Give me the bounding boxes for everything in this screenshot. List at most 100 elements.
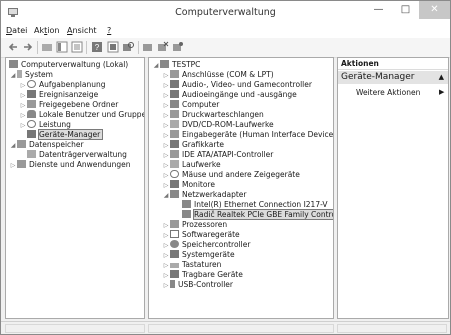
tree-item-root[interactable]: Computerverwaltung (Lokal) [9, 60, 128, 70]
device-category[interactable]: ▷ Speichercontroller [162, 240, 250, 250]
show-hide-tree-icon[interactable] [56, 41, 68, 53]
device-category[interactable]: ▷ Eingabegeräte (Human Interface Devices) [162, 130, 334, 140]
tree-item-ereignisanzeige[interactable]: ▷ Ereignisanzeige [19, 90, 98, 100]
enable-device-icon[interactable] [172, 41, 184, 53]
device-category[interactable]: ▷ IDE ATA/ATAPI-Controller [162, 150, 273, 160]
device-category[interactable]: ▷ Tragbare Geräte [162, 270, 243, 280]
device-category[interactable]: ▷ Audio-, Video- und Gamecontroller [162, 80, 312, 90]
device-label: Radič Realtek PCIe GBE Family Controller [193, 209, 333, 220]
speaker-icon [170, 90, 179, 98]
device-tree: ◢ TESTPC ▷ Anschlüsse (COM & LPT) ▷ Audio-,… [148, 57, 334, 319]
device-label: Prozessoren [182, 220, 228, 229]
tree-label: Ereignisanzeige [39, 90, 99, 99]
disable-device-icon[interactable] [157, 41, 169, 53]
menu-ansicht[interactable]: Ansicht [67, 26, 97, 35]
minimize-button[interactable]: — [365, 1, 392, 19]
more-actions-link[interactable]: Weitere Aktionen [356, 88, 420, 97]
close-button[interactable]: ✕ [419, 1, 450, 19]
expand-arrow-icon[interactable]: ◢ [9, 141, 17, 151]
device-manager-icon [27, 130, 36, 138]
collapse-arrow-icon[interactable]: ▷ [19, 121, 27, 131]
device-label: Eingabegeräte (Human Interface Devices) [182, 130, 334, 139]
tree-item-dienste[interactable]: ▷ Dienste und Anwendungen [9, 160, 131, 170]
collapse-arrow-icon[interactable]: ▷ [162, 281, 170, 291]
device-category[interactable]: ▷ Anschlüsse (COM & LPT) [162, 70, 274, 80]
scan-hardware-icon[interactable] [122, 41, 134, 53]
tree-label: Datenspeicher [29, 140, 84, 149]
tree-item-datenspeicher[interactable]: ◢ Datenspeicher [9, 140, 84, 150]
collapse-arrow-icon[interactable]: ▷ [9, 161, 17, 171]
menu-bar: Datei Aktion Ansicht ? [1, 25, 450, 38]
help-icon[interactable]: ? [91, 41, 103, 53]
device-category[interactable]: ▷ Mäuse und andere Zeigegeräte [162, 170, 300, 180]
device-category[interactable]: ▷ Computer [162, 100, 219, 110]
tree-item-datentraegerverwaltung[interactable]: Datenträgerverwaltung [27, 150, 127, 160]
device-item-selected[interactable]: Radič Realtek PCIe GBE Family Controller [182, 209, 333, 220]
system-device-icon [170, 250, 179, 258]
device-category[interactable]: ▷ Systemgeräte [162, 250, 235, 260]
device-category[interactable]: ▷ Softwaregeräte [162, 230, 240, 240]
export-list-icon[interactable] [71, 41, 83, 53]
device-category[interactable]: ▷ Audioeingänge und -ausgänge [162, 90, 297, 100]
device-category[interactable]: ▷ Tastaturen [162, 260, 222, 270]
maximize-button[interactable]: □ [392, 1, 419, 19]
device-category[interactable]: ▷ DVD/CD-ROM-Laufwerke [162, 120, 274, 130]
title-bar[interactable]: Computerverwaltung — □ ✕ [1, 1, 450, 25]
menu-aktion-pre: Ak [34, 26, 45, 35]
disk-management-icon [27, 150, 36, 158]
device-label: Speichercontroller [182, 240, 251, 249]
menu-aktion[interactable]: Aktion [34, 26, 59, 35]
device-category[interactable]: ▷ Grafikkarte [162, 140, 224, 150]
expand-arrow-icon[interactable]: ◢ [152, 61, 160, 71]
device-label: DVD/CD-ROM-Laufwerke [182, 120, 274, 129]
device-item[interactable]: Intel(R) Ethernet Connection I217-V [182, 200, 328, 210]
tree-item-freigegebene-ordner[interactable]: ▷ Freigegebene Ordner [19, 100, 118, 110]
ide-controller-icon [170, 150, 179, 158]
tree-label: Dienste und Anwendungen [29, 160, 131, 169]
device-category[interactable]: ▷ Laufwerke [162, 160, 221, 170]
menu-aktion-post: ion [47, 26, 60, 35]
tree-label: Freigegebene Ordner [39, 100, 119, 109]
back-arrow-icon[interactable] [7, 41, 19, 53]
status-segment [337, 324, 447, 333]
device-label: Druckwarteschlangen [182, 110, 264, 119]
printer-icon [170, 110, 179, 118]
computer-icon [170, 100, 179, 108]
menu-datei[interactable]: Datei [6, 26, 27, 35]
device-category[interactable]: ▷ Prozessoren [162, 220, 227, 230]
device-label: Audioeingänge und -ausgänge [182, 90, 297, 99]
update-driver-icon[interactable] [142, 41, 154, 53]
device-category[interactable]: ◢ Netzwerkadapter [162, 190, 247, 200]
expand-arrow-icon[interactable]: ◢ [9, 71, 17, 81]
menu-help[interactable]: ? [107, 26, 111, 35]
device-label: Grafikkarte [182, 140, 225, 149]
actions-section-geraete-manager[interactable]: Geräte-Manager ▲ [338, 71, 448, 84]
tree-label: Geräte-Manager [37, 129, 104, 140]
mouse-icon [170, 170, 179, 178]
tree-item-leistung[interactable]: ▷ Leistung [19, 120, 71, 130]
collapse-caret-icon[interactable]: ▲ [439, 71, 444, 84]
device-root[interactable]: ◢ TESTPC [152, 60, 200, 70]
hid-icon [170, 130, 179, 138]
device-category[interactable]: ▷ Monitore [162, 180, 215, 190]
device-label: IDE ATA/ATAPI-Controller [182, 150, 274, 159]
folder-up-icon[interactable] [41, 41, 53, 53]
toolbar-separator [86, 41, 87, 54]
status-segment [5, 324, 145, 333]
submenu-arrow-icon[interactable]: ▶ [439, 88, 444, 96]
tree-label: Leistung [39, 120, 71, 129]
device-category[interactable]: ▷ Druckwarteschlangen [162, 110, 264, 120]
tree-label: Datenträgerverwaltung [39, 150, 127, 159]
actions-pane: Aktionen Geräte-Manager ▲ Weitere Aktione… [337, 57, 449, 319]
device-category[interactable]: ▷ USB-Controller [162, 280, 233, 290]
tree-label: Lokale Benutzer und Gruppen [39, 110, 145, 119]
device-label: TESTPC [172, 60, 201, 69]
tree-item-aufgabenplanung[interactable]: ▷ Aufgabenplanung [19, 80, 105, 90]
tree-item-system[interactable]: ◢ System [9, 70, 53, 80]
expand-arrow-icon[interactable]: ◢ [162, 191, 170, 201]
properties-icon[interactable] [107, 41, 119, 53]
device-label: Anschlüsse (COM & LPT) [182, 70, 274, 79]
tree-item-lokale-benutzer[interactable]: ▷ Lokale Benutzer und Gruppen [19, 110, 145, 120]
forward-arrow-icon[interactable] [22, 41, 34, 53]
tree-item-geraete-manager[interactable]: Geräte-Manager [27, 129, 104, 140]
